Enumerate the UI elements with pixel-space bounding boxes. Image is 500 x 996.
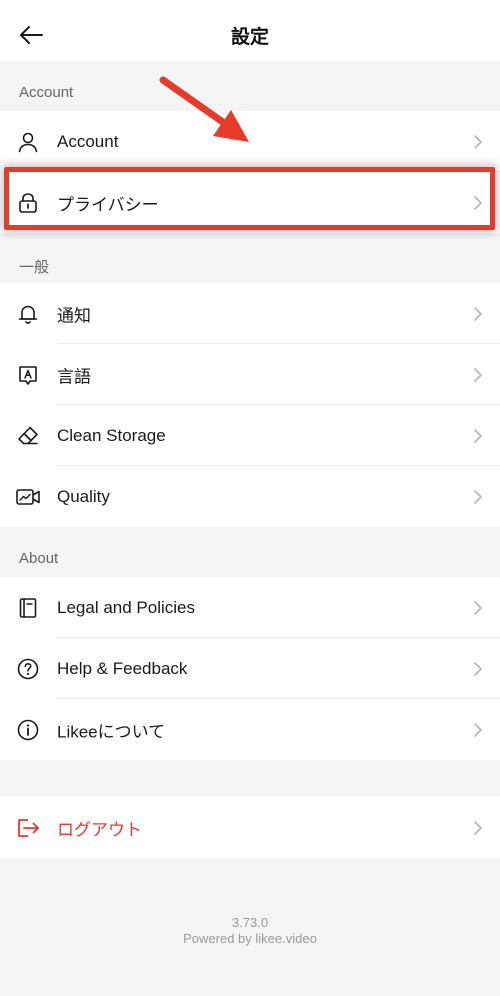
row-about-likee[interactable]: Likeeについて <box>0 699 500 760</box>
row-language[interactable]: 言語 <box>0 344 500 405</box>
top-bar: 設定 <box>0 0 500 61</box>
page-title: 設定 <box>230 26 269 48</box>
row-clean-storage-label: Clean Storage <box>57 425 166 445</box>
bell-icon <box>15 301 41 327</box>
row-privacy[interactable]: プライバシー <box>0 172 500 233</box>
row-about-likee-label: Likeeについて <box>57 722 166 741</box>
row-notifications-label: 通知 <box>57 306 91 325</box>
eraser-icon <box>15 423 41 449</box>
general-group: 通知 言語 Clean Storage Quality <box>0 283 500 527</box>
row-notifications[interactable]: 通知 <box>0 283 500 344</box>
row-help-label: Help & Feedback <box>57 658 188 678</box>
person-icon <box>15 129 41 155</box>
row-help[interactable]: Help & Feedback <box>0 638 500 699</box>
chevron-right-icon <box>474 306 482 321</box>
logout-button[interactable]: ログアウト <box>0 797 500 858</box>
row-language-label: 言語 <box>57 367 91 386</box>
version-text: 3.73.0 <box>231 915 269 930</box>
chevron-right-icon <box>474 600 482 615</box>
chevron-right-icon <box>474 722 482 737</box>
section-label-account: Account <box>19 84 74 101</box>
footer: 3.73.0 Powered by likee.video <box>0 915 500 947</box>
row-clean-storage[interactable]: Clean Storage <box>0 405 500 466</box>
language-icon <box>15 362 41 388</box>
chevron-right-icon <box>474 820 482 835</box>
chevron-right-icon <box>474 134 482 149</box>
row-quality[interactable]: Quality <box>0 466 500 527</box>
logout-group: ログアウト <box>0 797 500 858</box>
row-privacy-label: プライバシー <box>57 195 159 214</box>
chevron-right-icon <box>474 661 482 676</box>
chevron-right-icon <box>474 367 482 382</box>
logout-icon <box>15 815 41 841</box>
about-group: Legal and Policies Help & Feedback Likee… <box>0 577 500 760</box>
book-icon <box>15 595 41 621</box>
row-quality-label: Quality <box>57 486 110 506</box>
row-legal-label: Legal and Policies <box>57 597 195 617</box>
info-icon <box>15 717 41 743</box>
section-label-about: About <box>19 550 59 567</box>
account-group: Account プライバシー <box>0 111 500 233</box>
row-account-label: Account <box>57 131 119 151</box>
lock-icon <box>15 190 41 216</box>
chevron-right-icon <box>474 428 482 443</box>
row-legal[interactable]: Legal and Policies <box>0 577 500 638</box>
chevron-right-icon <box>474 489 482 504</box>
video-quality-icon <box>15 484 41 510</box>
logout-label: ログアウト <box>57 820 142 839</box>
section-label-general: 一般 <box>19 259 50 276</box>
chevron-right-icon <box>474 195 482 210</box>
row-account[interactable]: Account <box>0 111 500 172</box>
question-icon <box>15 656 41 682</box>
powered-by-text: Powered by likee.video <box>183 931 317 946</box>
settings-screen: 設定 Account Account プライバシー 一般 通知 言語 Clean… <box>0 0 500 996</box>
